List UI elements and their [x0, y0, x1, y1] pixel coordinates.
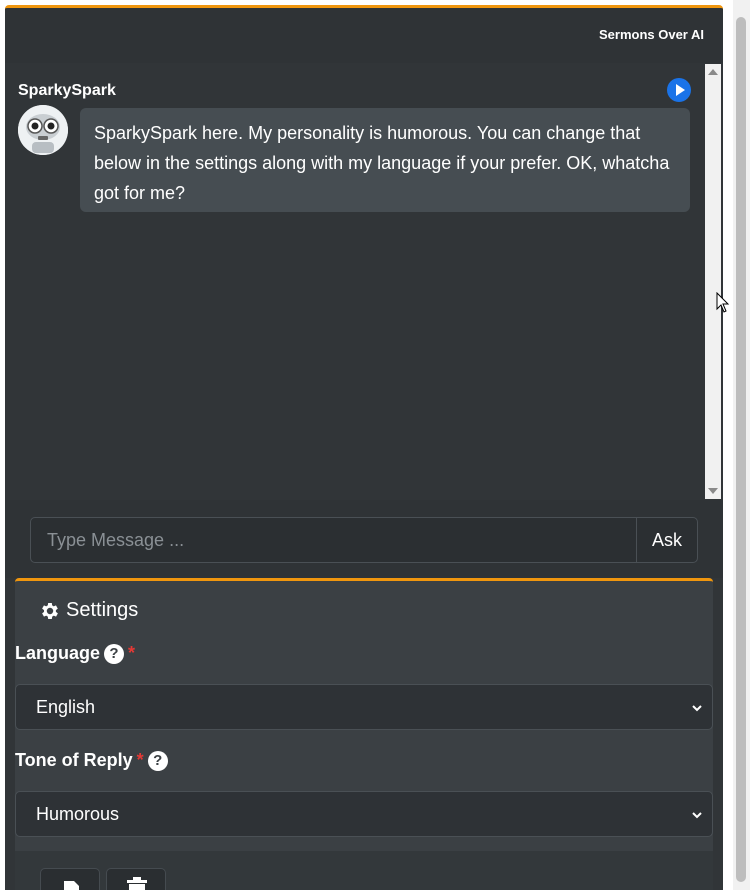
brand-title: Sermons Over AI	[598, 27, 704, 42]
page-scroll-thumb[interactable]	[736, 17, 746, 882]
chat-scrollbar[interactable]	[705, 64, 721, 499]
message-input-bar: Ask	[5, 500, 723, 578]
delete-button[interactable]	[106, 868, 166, 890]
bot-message-text: SparkySpark here. My personality is humo…	[94, 123, 670, 203]
language-select[interactable]: English	[15, 684, 713, 730]
bot-avatar	[18, 105, 68, 155]
settings-actions	[15, 851, 713, 890]
scroll-down-icon[interactable]	[705, 483, 721, 499]
trash-icon	[127, 877, 147, 890]
tone-help-icon[interactable]: ?	[147, 750, 168, 771]
settings-panel: Settings Language ? * English Tone of Re…	[15, 578, 713, 890]
bot-name: SparkySpark	[18, 82, 116, 99]
settings-heading: Settings	[39, 599, 138, 622]
gear-icon	[42, 602, 58, 619]
play-icon	[676, 84, 685, 96]
save-button[interactable]	[40, 868, 100, 890]
mouse-cursor-icon	[716, 292, 730, 313]
ask-button[interactable]: Ask	[636, 517, 698, 563]
robot-icon	[18, 105, 68, 155]
chevron-down-icon	[692, 812, 702, 819]
tone-label: Tone of Reply * ?	[15, 750, 168, 771]
message-input[interactable]	[30, 517, 637, 563]
language-value: English	[36, 696, 96, 717]
bot-message-bubble: SparkySpark here. My personality is humo…	[80, 108, 690, 212]
play-audio-button[interactable]	[667, 78, 691, 102]
language-label: Language ? *	[15, 643, 136, 664]
required-mark: *	[128, 643, 136, 663]
tone-select[interactable]: Humorous	[15, 791, 713, 837]
required-mark: *	[136, 750, 144, 770]
chevron-down-icon	[692, 705, 702, 712]
document-icon	[64, 881, 79, 890]
widget-header: Sermons Over AI	[5, 8, 723, 64]
chat-widget: Sermons Over AI SparkySpark SparkySpark …	[5, 5, 723, 890]
scroll-up-icon[interactable]	[705, 64, 721, 80]
language-help-icon[interactable]: ?	[104, 643, 125, 664]
tone-value: Humorous	[36, 803, 120, 824]
page-scrollbar[interactable]	[733, 0, 750, 890]
chat-messages: SparkySpark SparkySpark here. My persona…	[5, 63, 723, 500]
settings-title-text: Settings	[66, 599, 139, 621]
